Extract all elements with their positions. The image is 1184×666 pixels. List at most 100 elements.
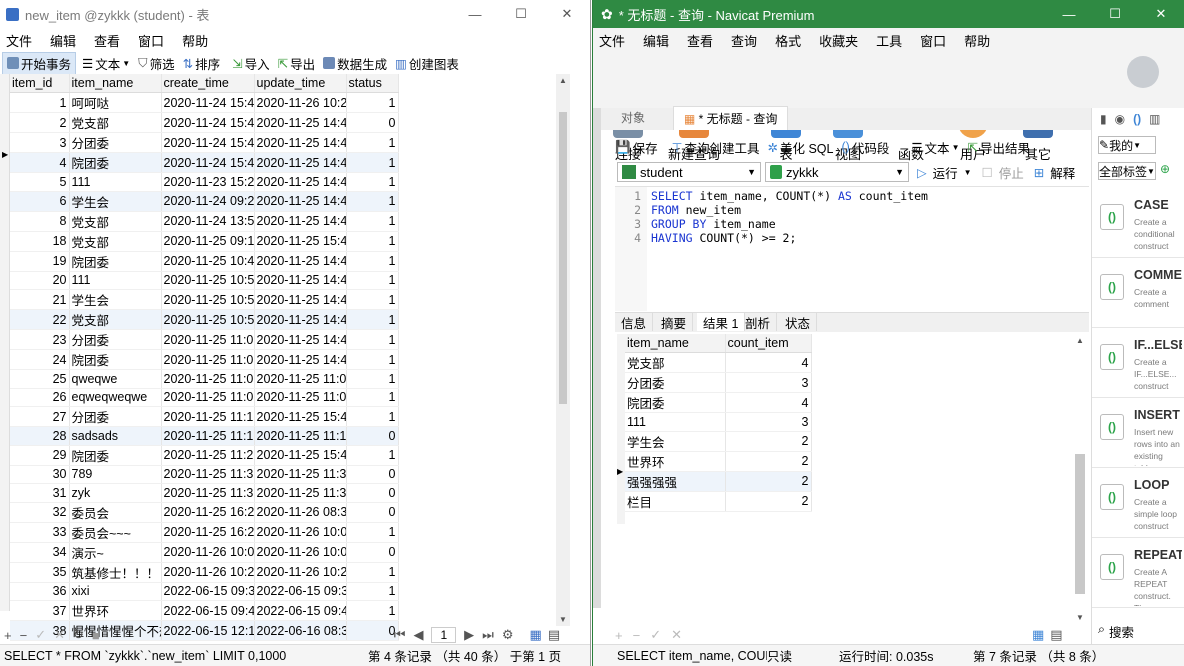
table-cell[interactable]: 1 xyxy=(346,369,399,389)
table-cell[interactable]: 0 xyxy=(346,542,399,563)
table-row[interactable]: 34 演示~ 2020-11-26 10:0 2020-11-26 10:0 0 xyxy=(10,542,399,563)
database-select[interactable]: zykkk ▼ xyxy=(765,162,909,182)
table-row[interactable]: 21 学生会 2020-11-25 10:5 2020-11-25 14:4 1 xyxy=(10,289,399,310)
table-cell[interactable]: 党支部 xyxy=(69,309,162,330)
snippet-item[interactable]: () CASE Create a conditional construct xyxy=(1092,192,1184,258)
table-cell[interactable]: 2020-11-24 13:5 xyxy=(161,211,255,232)
table-row[interactable]: 3 分团委 2020-11-24 15:4 2020-11-25 14:4 1 xyxy=(10,132,399,153)
menu-query[interactable]: 查询 xyxy=(725,31,769,50)
table-row[interactable]: 31 zyk 2020-11-25 11:3 2020-11-25 11:3 0 xyxy=(10,483,399,503)
table-cell[interactable]: qweqwe xyxy=(69,369,162,389)
save-button[interactable]: 💾 保存 xyxy=(615,138,666,157)
table-row[interactable]: 23 分团委 2020-11-25 11:0 2020-11-25 14:4 1 xyxy=(10,329,399,350)
table-cell[interactable]: 院团委 xyxy=(69,152,162,173)
stop-icon[interactable]: ■ xyxy=(92,628,100,643)
chevron-down-icon[interactable]: ▼ xyxy=(964,168,972,177)
scrollbar-thumb[interactable] xyxy=(1075,454,1085,594)
table-cell[interactable]: 2022-06-15 09:3 xyxy=(254,582,347,601)
table-cell[interactable]: 1 xyxy=(346,388,399,407)
minimize-button[interactable]: — xyxy=(1046,0,1092,28)
table-cell[interactable]: 委员会 xyxy=(69,502,162,523)
table-cell[interactable]: 30 xyxy=(10,465,70,484)
table-cell[interactable]: 演示~ xyxy=(69,542,162,563)
data-generation-button[interactable]: 数据生成 xyxy=(323,54,395,73)
table-cell[interactable]: 2020-11-24 15:4 xyxy=(161,152,255,173)
vertical-scrollbar[interactable]: ▲ ▼ xyxy=(556,74,570,626)
table-cell[interactable]: 1 xyxy=(346,211,399,232)
apply-icon[interactable]: ✓ xyxy=(650,627,661,643)
close-button[interactable]: ✕ xyxy=(1138,0,1184,28)
table-cell[interactable]: 2020-11-25 16:2 xyxy=(161,522,255,543)
table-cell[interactable]: xixi xyxy=(69,582,162,601)
table-cell[interactable]: 1 xyxy=(346,445,399,466)
table-cell[interactable]: 23 xyxy=(10,329,70,350)
query-builder-button[interactable]: ⊤ 查询创建工具 xyxy=(672,138,768,157)
add-record-icon[interactable]: + xyxy=(615,628,623,643)
table-cell[interactable]: 1 xyxy=(346,92,399,113)
table-cell[interactable]: 2020-11-26 08:3 xyxy=(254,502,347,523)
table-cell[interactable]: 2020-11-25 11:2 xyxy=(161,445,255,466)
table-cell[interactable]: 34 xyxy=(10,542,70,563)
table-cell[interactable]: 6 xyxy=(10,191,70,212)
table-cell[interactable]: 院团委 xyxy=(69,251,162,272)
table-cell[interactable]: 26 xyxy=(10,388,70,407)
table-cell[interactable]: 2020-11-25 11:0 xyxy=(161,349,255,370)
close-button[interactable]: ✕ xyxy=(544,0,590,28)
scroll-down-icon[interactable]: ▼ xyxy=(559,615,567,624)
sort-button[interactable]: ⇅ 排序 xyxy=(183,54,229,73)
table-cell[interactable]: 2020-11-25 11:0 xyxy=(161,329,255,350)
table-row[interactable]: 35 筑基修士！！！ 2020-11-26 10:2 2020-11-26 10:2 1 xyxy=(10,562,399,583)
table-cell[interactable]: 2020-11-26 10:2 xyxy=(254,562,347,583)
table-row[interactable]: 27 分团委 2020-11-25 11:1 2020-11-25 15:4 1 xyxy=(10,406,399,427)
discard-icon[interactable]: ✕ xyxy=(671,627,682,643)
discard-icon[interactable]: ✕ xyxy=(54,627,65,643)
maximize-button[interactable]: ☐ xyxy=(1092,0,1138,28)
result-row[interactable]: 学生会 2 xyxy=(625,431,812,452)
result-cell[interactable]: 栏目 xyxy=(625,491,726,512)
tab-objects[interactable]: 对象 xyxy=(593,109,673,130)
scrollbar-thumb[interactable] xyxy=(559,112,567,404)
table-cell[interactable]: 2020-11-25 14:4 xyxy=(254,289,347,310)
table-cell[interactable]: 8 xyxy=(10,211,70,232)
table-row[interactable]: 2 党支部 2020-11-24 15:4 2020-11-25 14:4 0 xyxy=(10,112,399,133)
table-cell[interactable]: 24 xyxy=(10,349,70,370)
text-button[interactable]: ☰ 文本 ▼ xyxy=(82,54,138,73)
last-page-icon[interactable]: ⏭ xyxy=(482,627,494,643)
table-cell[interactable]: 2020-11-26 10:0 xyxy=(254,542,347,563)
table-row[interactable]: 28 sadsads 2020-11-25 11:1 2020-11-25 11:1 0 xyxy=(10,426,399,446)
table-cell[interactable]: 1 xyxy=(346,406,399,427)
tab-profile[interactable]: 剖析 xyxy=(739,313,778,331)
table-cell[interactable]: 37 xyxy=(10,600,70,621)
menu-file[interactable]: 文件 xyxy=(0,31,44,50)
table-cell[interactable]: 学生会 xyxy=(69,191,162,212)
table-cell[interactable]: 党支部 xyxy=(69,211,162,232)
table-row[interactable]: 18 党支部 2020-11-25 09:1 2020-11-25 15:4 1 xyxy=(10,231,399,252)
snippet-item[interactable]: () IF...ELSE Create a IF...ELSE... constru… xyxy=(1092,332,1184,398)
table-cell[interactable]: 789 xyxy=(69,465,162,484)
table-cell[interactable]: 111 xyxy=(69,172,162,192)
table-row[interactable]: 37 世界环 2022-06-15 09:4 2022-06-15 09:4 1 xyxy=(10,600,399,621)
table-cell[interactable]: 2020-11-25 11:3 xyxy=(254,483,347,503)
table-cell[interactable]: 2020-11-25 14:4 xyxy=(254,309,347,330)
page-number-field[interactable]: 1 xyxy=(431,627,457,643)
run-icon[interactable]: ▷ xyxy=(917,165,927,180)
sql-editor[interactable]: 1 SELECT item_name, COUNT(*) AS count_ite… xyxy=(615,186,1089,311)
delete-record-icon[interactable]: − xyxy=(633,628,641,643)
table-cell[interactable]: 2020-11-25 11:1 xyxy=(161,426,255,446)
menu-view[interactable]: 查看 xyxy=(681,31,725,50)
table-row[interactable]: 25 qweqwe 2020-11-25 11:0 2020-11-25 11:0 1 xyxy=(10,369,399,389)
table-cell[interactable]: 党支部 xyxy=(69,231,162,252)
table-row[interactable]: 19 院团委 2020-11-25 10:4 2020-11-25 14:4 1 xyxy=(10,251,399,272)
table-cell[interactable]: 3 xyxy=(10,132,70,153)
table-cell[interactable]: 1 xyxy=(10,92,70,113)
grid-view-icon[interactable]: ▦ xyxy=(1032,627,1044,643)
grid-view-icon[interactable]: ▦ xyxy=(530,627,542,643)
table-cell[interactable]: 20 xyxy=(10,271,70,290)
table-cell[interactable]: 0 xyxy=(346,112,399,133)
result-row[interactable]: 分团委 3 xyxy=(625,372,812,393)
table-cell[interactable]: 2020-11-25 15:4 xyxy=(254,445,347,466)
info-icon[interactable]: ▮ xyxy=(1100,112,1107,126)
snippet-item[interactable]: () REPEAT Create A REPEAT construct. The xyxy=(1092,542,1184,608)
run-button[interactable]: 运行 xyxy=(933,163,958,182)
table-cell[interactable]: 2020-11-25 14:4 xyxy=(254,172,347,192)
